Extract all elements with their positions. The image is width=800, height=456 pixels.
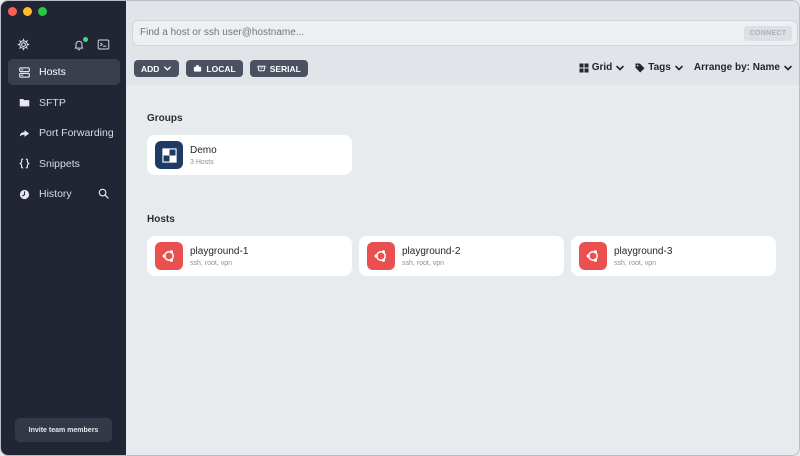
local-label: LOCAL [206, 63, 236, 74]
arrange-dropdown[interactable]: Arrange by: Name [694, 62, 793, 73]
group-icon [155, 141, 183, 169]
ubuntu-icon [579, 242, 607, 270]
view-controls: Grid Tags Arrange by: Name [579, 62, 793, 73]
sidebar-nav: Hosts SFTP Port Forwarding Snippets Hist… [8, 59, 120, 212]
gear-icon[interactable] [17, 38, 31, 52]
invite-team-button[interactable]: Invite team members [15, 418, 112, 442]
serial-port-icon [257, 65, 266, 72]
sidebar-item-label: Port Forwarding [39, 127, 114, 139]
arrange-label: Arrange by: Name [693, 62, 780, 73]
sidebar-item-port-forwarding[interactable]: Port Forwarding [8, 120, 120, 146]
sidebar-item-hosts[interactable]: Hosts [8, 59, 120, 85]
chevron-down-icon [616, 65, 625, 70]
groups-heading: Groups [147, 113, 183, 124]
local-button[interactable]: LOCAL [186, 60, 243, 77]
hosts-heading: Hosts [147, 214, 175, 225]
clock-icon [18, 188, 30, 200]
sidebar-item-snippets[interactable]: Snippets [8, 151, 120, 177]
host-name: playground-3 [614, 246, 673, 257]
toolbar: ADD LOCAL SERIAL [134, 60, 308, 78]
hosts-icon [18, 66, 30, 78]
minimize-window-button[interactable] [23, 7, 32, 16]
serial-label: SERIAL [269, 63, 301, 74]
sidebar-item-history[interactable]: History [8, 181, 120, 207]
ubuntu-icon [155, 242, 183, 270]
host-details: ssh, root, vpn [614, 260, 657, 267]
sidebar: Hosts SFTP Port Forwarding Snippets Hist… [1, 1, 126, 455]
folder-icon [18, 97, 30, 109]
arrow-right-icon [18, 127, 30, 139]
main-panel: CONNECT ADD LOCAL SERIAL [126, 1, 799, 455]
host-name: playground-2 [402, 246, 461, 257]
tags-label: Tags [648, 62, 671, 73]
group-card-demo[interactable]: Demo 3 Hosts [147, 135, 352, 175]
search-icon[interactable] [98, 188, 110, 200]
group-host-count: 3 Hosts [190, 159, 214, 166]
sidebar-item-label: History [39, 188, 72, 200]
host-card-playground-1[interactable]: playground-1 ssh, root, vpn [147, 236, 352, 276]
sidebar-item-sftp[interactable]: SFTP [8, 90, 120, 116]
chevron-down-icon [675, 65, 683, 70]
search-input[interactable] [140, 21, 720, 45]
ubuntu-icon [367, 242, 395, 270]
zoom-window-button[interactable] [38, 7, 47, 16]
braces-icon [18, 158, 30, 170]
host-details: ssh, root, vpn [402, 260, 445, 267]
sidebar-tools [17, 37, 113, 54]
notification-dot [83, 37, 88, 42]
host-details: ssh, root, vpn [190, 260, 233, 267]
add-label: ADD [141, 63, 160, 74]
tags-dropdown[interactable]: Tags [635, 62, 684, 73]
app-window: Hosts SFTP Port Forwarding Snippets Hist… [0, 0, 800, 456]
terminal-icon[interactable] [97, 38, 111, 52]
chevron-down-icon [784, 65, 792, 70]
tag-icon [635, 63, 645, 72]
sidebar-item-label: SFTP [39, 96, 66, 109]
chevron-down-icon [164, 66, 172, 71]
sidebar-item-label: Hosts [39, 66, 66, 78]
grid-icon [579, 63, 589, 72]
view-mode-dropdown[interactable]: Grid [579, 62, 626, 73]
window-controls [8, 7, 47, 16]
search-bar: CONNECT [132, 20, 798, 46]
view-mode-label: Grid [591, 62, 613, 73]
host-card-playground-2[interactable]: playground-2 ssh, root, vpn [359, 236, 564, 276]
host-card-playground-3[interactable]: playground-3 ssh, root, vpn [571, 236, 776, 276]
connect-button[interactable]: CONNECT [744, 26, 792, 41]
local-terminal-icon [194, 65, 202, 72]
serial-button[interactable]: SERIAL [249, 60, 308, 77]
host-name: playground-1 [190, 246, 249, 257]
add-button[interactable]: ADD [134, 60, 180, 77]
sidebar-item-label: Snippets [39, 157, 80, 170]
top-bar: CONNECT ADD LOCAL SERIAL [126, 1, 799, 85]
group-name: Demo [190, 145, 217, 156]
close-window-button[interactable] [8, 7, 17, 16]
